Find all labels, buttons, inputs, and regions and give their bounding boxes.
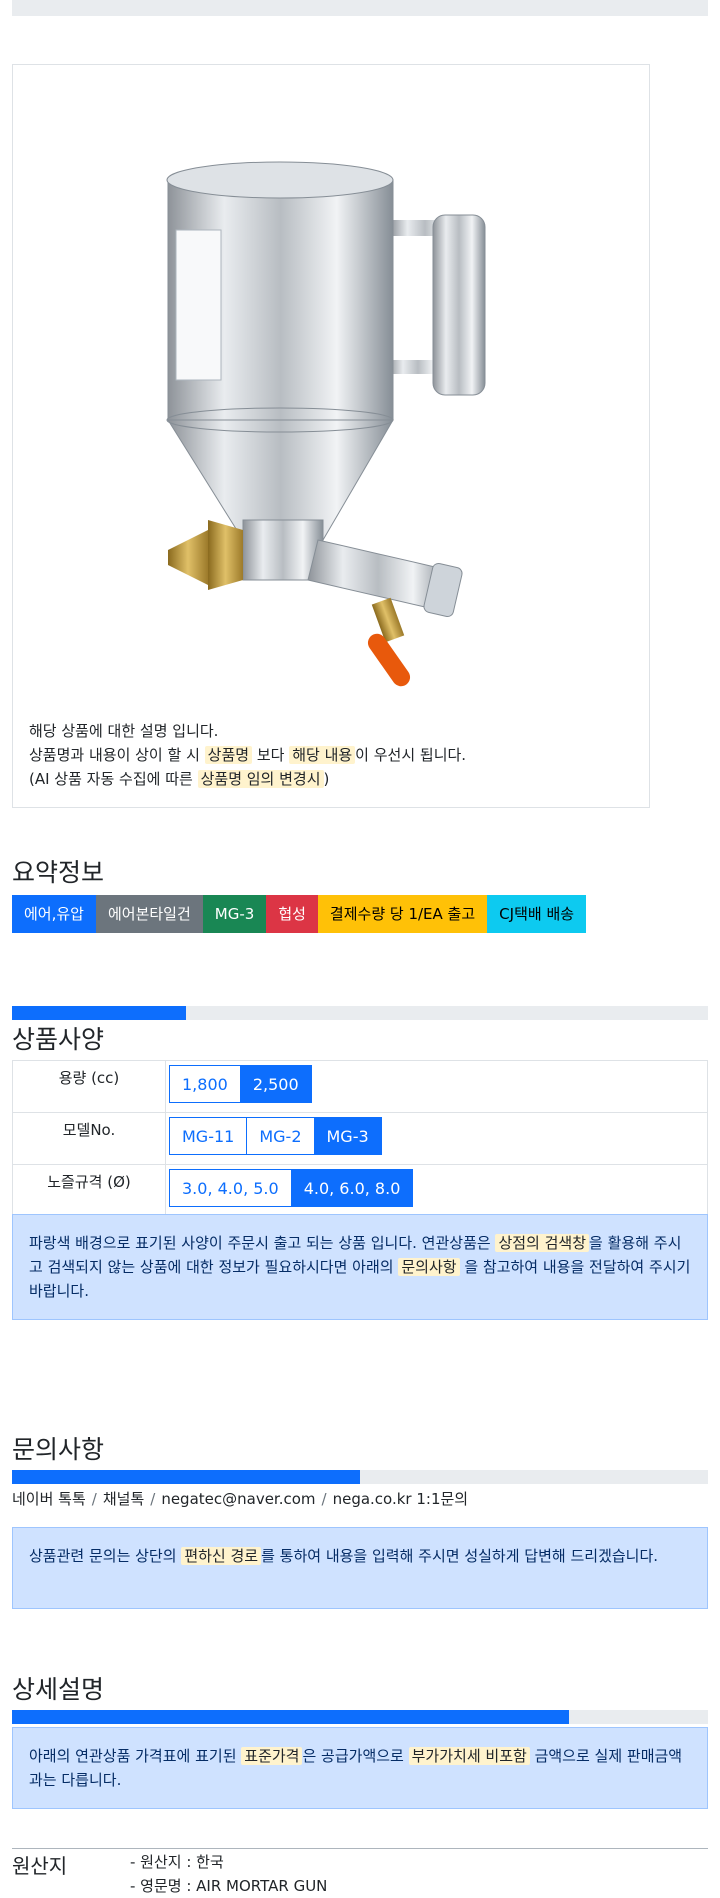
highlight: 상품명 임의 변경시: [197, 770, 324, 788]
contact-naver-talk[interactable]: 네이버 톡톡: [12, 1490, 86, 1508]
origin-item-country: - 원산지 : 한국: [130, 1853, 224, 1871]
badge-quantity: 결제수량 당 1/EA 출고: [317, 895, 488, 933]
option-capacity-2500[interactable]: 2,500: [239, 1065, 312, 1103]
highlight-standard-price: 표준가격: [241, 1747, 303, 1765]
detail-title: 상세설명: [12, 1675, 105, 1704]
desc-line-1: 해당 상품에 대한 설명 입니다.: [29, 722, 219, 740]
detail-progress-fill: [12, 1710, 569, 1724]
desc-line-2: 상품명과 내용이 상이 할 시 상품명 보다 해당 내용 이 우선시 됩니다.: [29, 743, 466, 767]
spec-progress: [12, 1006, 708, 1020]
contact-links: 네이버 톡톡 / 채널톡 / negatec@naver.com / nega.co.kr …: [12, 1488, 468, 1509]
notice-text: 상품관련 문의는 상단의: [29, 1547, 182, 1565]
origin-divider: [12, 1848, 708, 1849]
inquiry-progress-fill: [12, 1470, 360, 1484]
summary-title: 요약정보: [12, 858, 105, 887]
spec-title: 상품사양: [12, 1025, 105, 1054]
separator: /: [91, 1490, 97, 1508]
origin-list: - 원산지 : 한국 - 영문명 : AIR MORTAR GUN: [130, 1850, 327, 1898]
badge-product-name: 에어본타일건: [95, 895, 203, 933]
top-bar: [12, 0, 708, 16]
highlight-inquiry: 문의사항: [398, 1258, 460, 1276]
highlight: 해당 내용: [289, 746, 356, 764]
spec-notice: 파랑색 배경으로 표기된 사양이 주문시 출고 되는 상품 입니다. 연관상품은…: [12, 1214, 708, 1320]
spec-progress-fill: [12, 1006, 186, 1020]
highlight-vat: 부가가치세 비포함: [408, 1747, 530, 1765]
spec-label: 용량 (cc): [12, 1060, 166, 1113]
option-nozzle-small[interactable]: 3.0, 4.0, 5.0: [169, 1169, 292, 1207]
spec-table: 용량 (cc) 1,800 2,500 모델No. MG-11 MG-2 MG-…: [12, 1060, 708, 1217]
notice-text: 를 통하여 내용을 입력해 주시면 성실하게 답변해 드리겠습니다.: [261, 1547, 659, 1565]
badge-category: 에어,유압: [12, 895, 96, 933]
spec-row-nozzle: 노즐규격 (Ø) 3.0, 4.0, 5.0 4.0, 6.0, 8.0: [12, 1164, 708, 1217]
spec-label: 모델No.: [12, 1112, 166, 1165]
desc-text: 상품명과 내용이 상이 할 시: [29, 746, 205, 764]
origin-item-english-name: - 영문명 : AIR MORTAR GUN: [130, 1877, 328, 1895]
inquiry-notice: 상품관련 문의는 상단의 편하신 경로 를 통하여 내용을 입력해 주시면 성실하…: [12, 1527, 708, 1609]
desc-text: 보다: [252, 746, 290, 764]
badge-model: MG-3: [202, 895, 267, 933]
option-model-mg11[interactable]: MG-11: [169, 1117, 248, 1155]
highlight-search: 상점의 검색창: [495, 1234, 590, 1252]
contact-channel-talk[interactable]: 채널톡: [103, 1490, 144, 1508]
inquiry-title: 문의사항: [12, 1435, 105, 1464]
detail-notice: 아래의 연관상품 가격표에 표기된 표준가격 은 공급가액으로 부가가치세 비포함…: [12, 1727, 708, 1809]
contact-email[interactable]: negatec@naver.com: [161, 1490, 315, 1508]
summary-badges: 에어,유압 에어본타일건 MG-3 협성 결제수량 당 1/EA 출고 CJ택배…: [12, 895, 587, 933]
spec-options: 1,800 2,500: [165, 1060, 708, 1113]
page: 해당 상품에 대한 설명 입니다. 상품명과 내용이 상이 할 시 상품명 보다…: [0, 0, 720, 1897]
notice-text: 은 공급가액으로: [302, 1747, 409, 1765]
separator: /: [150, 1490, 156, 1508]
spec-options: MG-11 MG-2 MG-3: [165, 1112, 708, 1165]
inquiry-progress: [12, 1470, 708, 1484]
desc-text: ): [323, 770, 330, 788]
product-card: 해당 상품에 대한 설명 입니다. 상품명과 내용이 상이 할 시 상품명 보다…: [12, 64, 650, 808]
nozzle-options: 3.0, 4.0, 5.0 4.0, 6.0, 8.0: [169, 1169, 414, 1207]
badge-maker: 협성: [266, 895, 318, 933]
desc-text: (AI 상품 자동 수집에 따른: [29, 770, 198, 788]
contact-site-inquiry[interactable]: nega.co.kr 1:1문의: [333, 1490, 469, 1508]
notice-text: 파랑색 배경으로 표기된 사양이 주문시 출고 되는 상품 입니다. 연관상품은: [29, 1234, 496, 1252]
capacity-options: 1,800 2,500: [169, 1065, 312, 1103]
desc-text: 이 우선시 됩니다.: [355, 746, 467, 764]
spec-label: 노즐규격 (Ø): [12, 1164, 166, 1217]
product-image: [166, 161, 486, 687]
badge-shipping: CJ택배 배송: [487, 895, 587, 933]
spec-row-model: 모델No. MG-11 MG-2 MG-3: [12, 1112, 708, 1165]
option-model-mg2[interactable]: MG-2: [246, 1117, 315, 1155]
option-model-mg3[interactable]: MG-3: [313, 1117, 382, 1155]
highlight-route: 편하신 경로: [181, 1547, 262, 1565]
origin-title: 원산지: [12, 1854, 68, 1878]
product-description: 해당 상품에 대한 설명 입니다. 상품명과 내용이 상이 할 시 상품명 보다…: [29, 719, 466, 791]
notice-text: 아래의 연관상품 가격표에 표기된: [29, 1747, 242, 1765]
spec-row-capacity: 용량 (cc) 1,800 2,500: [12, 1060, 708, 1113]
desc-line-3: (AI 상품 자동 수집에 따른 상품명 임의 변경시): [29, 767, 466, 791]
option-nozzle-large[interactable]: 4.0, 6.0, 8.0: [290, 1169, 414, 1207]
option-capacity-1800[interactable]: 1,800: [169, 1065, 241, 1103]
spec-options: 3.0, 4.0, 5.0 4.0, 6.0, 8.0: [165, 1164, 708, 1217]
highlight: 상품명: [204, 746, 253, 764]
detail-progress: [12, 1710, 708, 1724]
separator: /: [321, 1490, 327, 1508]
model-options: MG-11 MG-2 MG-3: [169, 1117, 382, 1155]
